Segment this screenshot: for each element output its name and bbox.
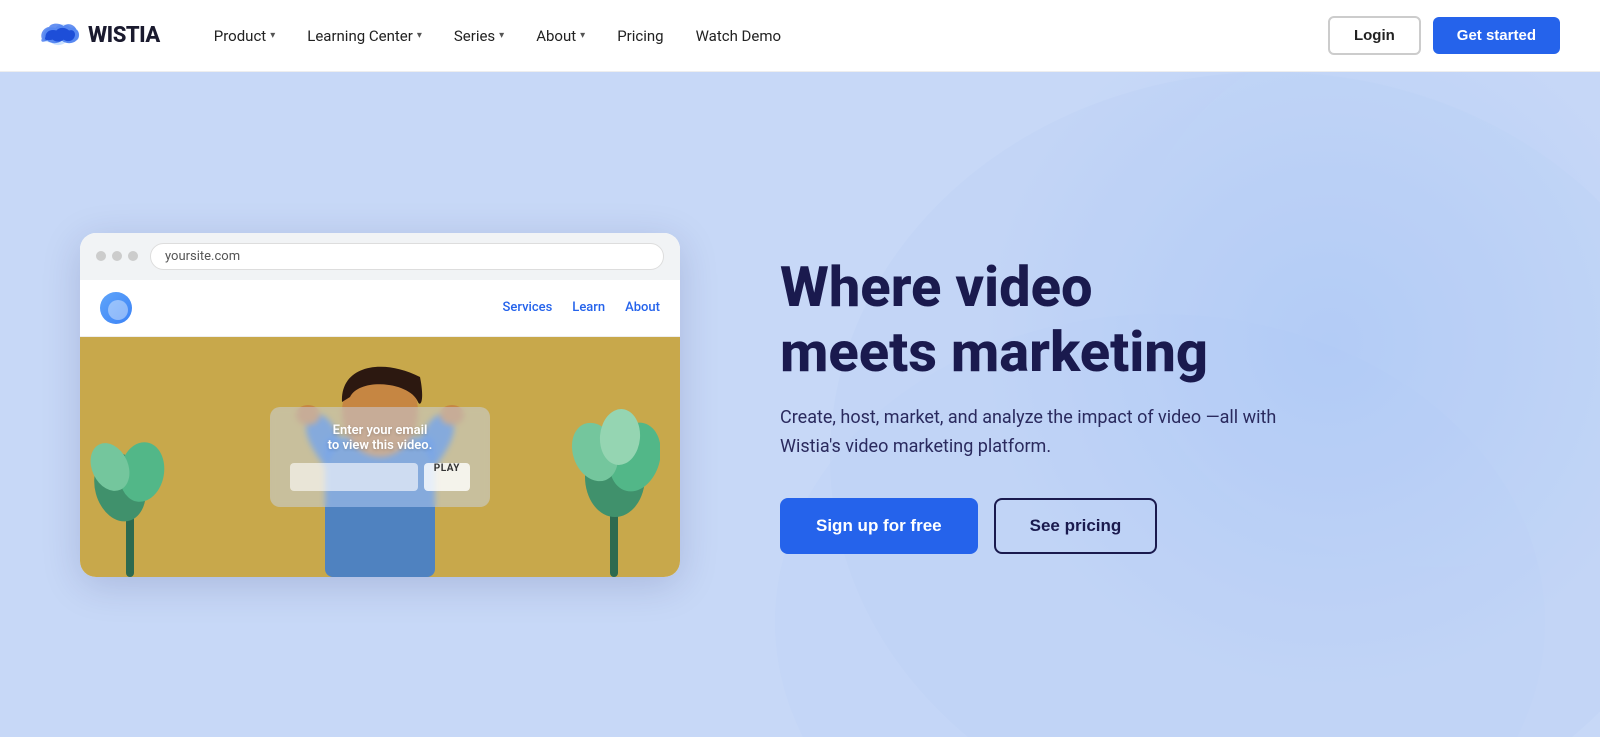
mock-site-nav-links: Services Learn About <box>503 300 660 315</box>
mock-play-button: PLAY <box>424 463 470 491</box>
email-gate-overlay: Enter your emailto view this video. PLAY <box>270 407 490 507</box>
hero-browser-mockup: yoursite.com Services Learn About <box>80 233 720 577</box>
mock-nav-about: About <box>625 300 660 315</box>
hero-cta-row: Sign up for free See pricing <box>780 498 1540 554</box>
browser-dot-3 <box>128 251 138 261</box>
browser-dots <box>96 251 138 261</box>
plant-left-icon <box>90 417 170 577</box>
nav-links: Product ▾ Learning Center ▾ Series ▾ Abo… <box>200 19 1328 53</box>
login-button[interactable]: Login <box>1328 16 1421 55</box>
chevron-down-icon: ▾ <box>270 30 275 41</box>
chevron-down-icon: ▾ <box>580 30 585 41</box>
email-gate-text: Enter your emailto view this video. <box>290 423 470 453</box>
email-input-row: PLAY <box>290 463 470 491</box>
browser-dot-2 <box>112 251 122 261</box>
plant-right-icon <box>570 397 660 577</box>
chevron-down-icon: ▾ <box>417 30 422 41</box>
see-pricing-button[interactable]: See pricing <box>994 498 1158 554</box>
hero-subtext: Create, host, market, and analyze the im… <box>780 404 1300 462</box>
mock-site-nav: Services Learn About <box>80 280 680 337</box>
nav-about[interactable]: About ▾ <box>522 19 599 53</box>
signup-button[interactable]: Sign up for free <box>780 498 978 554</box>
hero-section: yoursite.com Services Learn About <box>0 72 1600 737</box>
mock-site-logo <box>100 292 132 324</box>
nav-learning-center[interactable]: Learning Center ▾ <box>293 19 436 53</box>
mock-email-input <box>290 463 418 491</box>
chevron-down-icon: ▾ <box>499 30 504 41</box>
browser-content: Services Learn About <box>80 280 680 577</box>
hero-content: Where video meets marketing Create, host… <box>780 255 1540 553</box>
mock-video-area: Enter your emailto view this video. PLAY <box>80 337 680 577</box>
browser-bar: yoursite.com <box>80 233 680 280</box>
browser-dot-1 <box>96 251 106 261</box>
hero-heading: Where video meets marketing <box>780 255 1540 384</box>
mock-nav-services: Services <box>503 300 553 315</box>
nav-series[interactable]: Series ▾ <box>440 19 518 53</box>
logo-wordmark: WISTIA <box>88 23 160 48</box>
mock-nav-learn: Learn <box>572 300 605 315</box>
browser-card: yoursite.com Services Learn About <box>80 233 680 577</box>
main-nav: WISTIA Product ▾ Learning Center ▾ Serie… <box>0 0 1600 72</box>
nav-watch-demo[interactable]: Watch Demo <box>682 19 795 53</box>
nav-actions: Login Get started <box>1328 16 1560 55</box>
get-started-button[interactable]: Get started <box>1433 17 1560 54</box>
logo[interactable]: WISTIA <box>40 22 160 50</box>
browser-url-bar: yoursite.com <box>150 243 664 270</box>
nav-product[interactable]: Product ▾ <box>200 19 289 53</box>
nav-pricing[interactable]: Pricing <box>603 19 677 53</box>
